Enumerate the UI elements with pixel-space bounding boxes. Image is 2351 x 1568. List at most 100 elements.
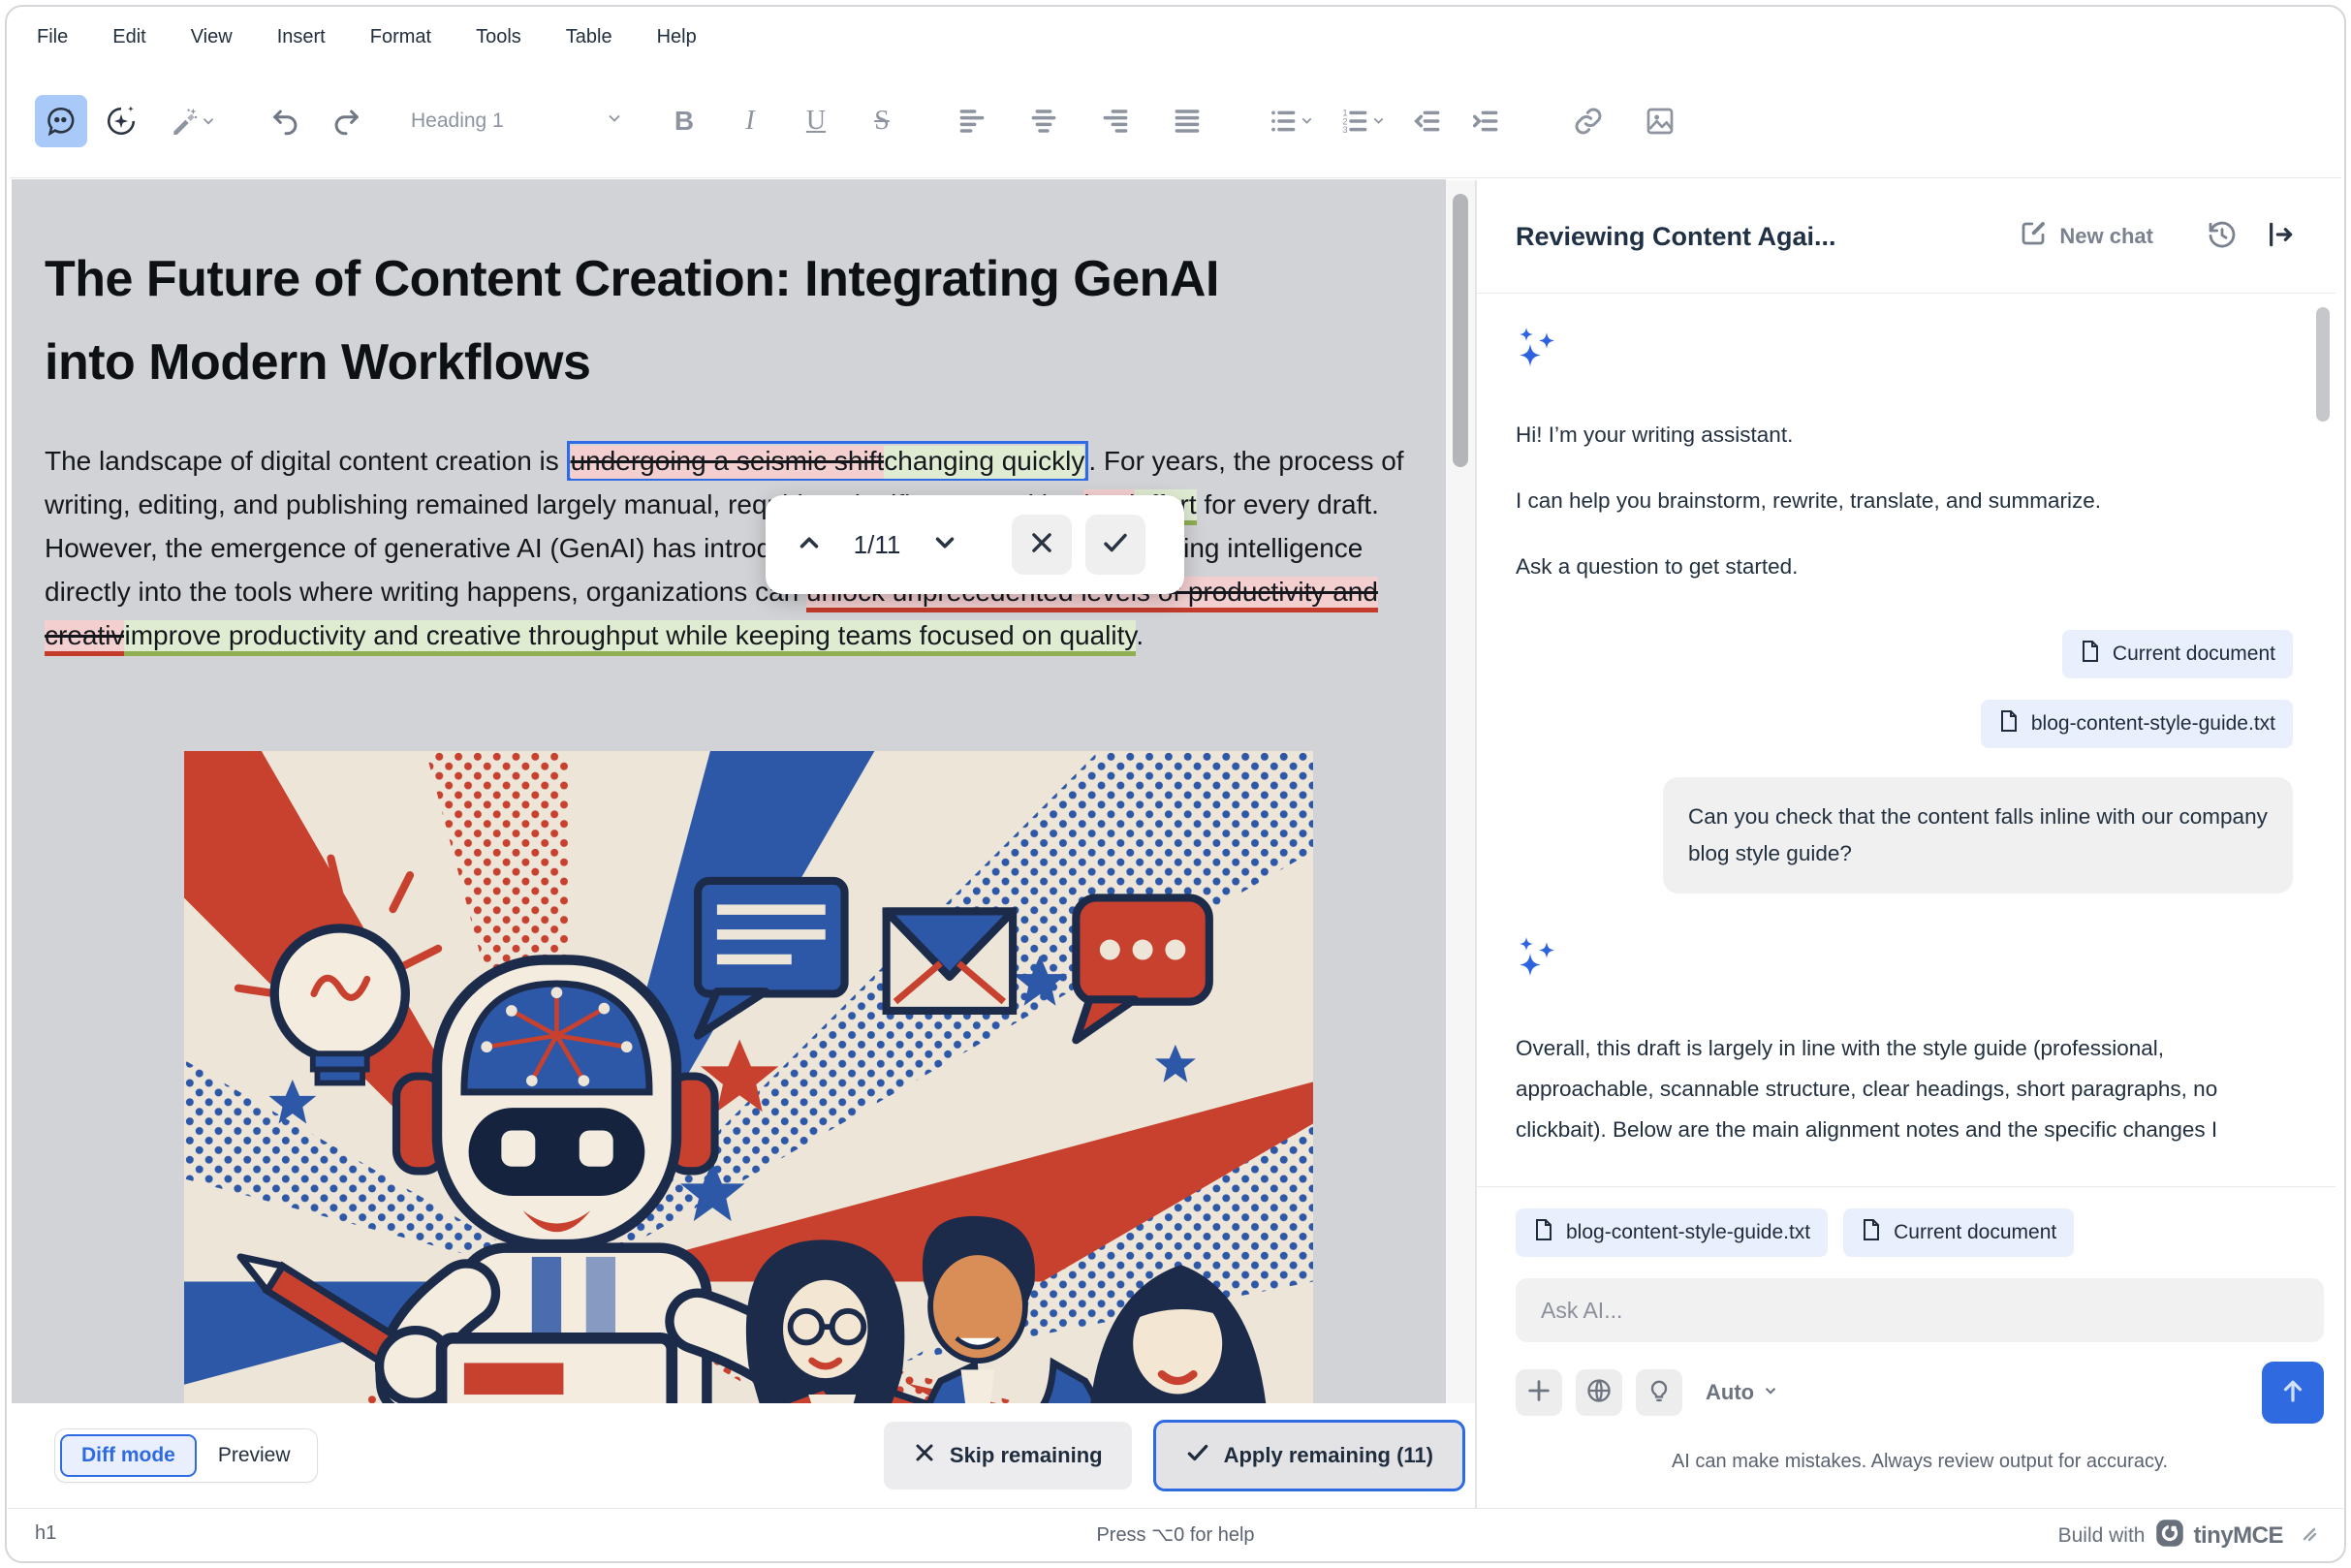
outdent-icon xyxy=(1412,106,1443,137)
indent-icon xyxy=(1470,106,1501,137)
send-icon xyxy=(2278,1376,2307,1410)
context-chip-style-guide[interactable]: blog-content-style-guide.txt xyxy=(1980,700,2293,748)
menu-insert[interactable]: Insert xyxy=(277,26,326,48)
envelope xyxy=(882,907,1018,1016)
popart-robot-illustration xyxy=(184,751,1313,1403)
menu-file[interactable]: File xyxy=(37,26,68,48)
chip-label: Current document xyxy=(1894,1221,2057,1243)
apply-remaining-button[interactable]: Apply remaining (11) xyxy=(1152,1420,1465,1491)
diff-deletion[interactable]: undergoing a seismic shift xyxy=(570,446,885,479)
align-center-button[interactable] xyxy=(1018,95,1070,147)
next-diff-button[interactable] xyxy=(923,522,967,567)
bold-button[interactable]: B xyxy=(663,95,705,147)
block-format-value: Heading 1 xyxy=(411,109,504,132)
bullet-list-dropdown[interactable] xyxy=(1258,95,1324,147)
assistant-message: Hi! I’m your writing assistant. xyxy=(1516,423,1794,447)
align-left-button[interactable] xyxy=(946,95,998,147)
chevron-down-icon xyxy=(605,109,624,133)
indent-button[interactable] xyxy=(1459,95,1512,147)
collapse-sidebar-icon xyxy=(2265,219,2296,255)
model-selector[interactable]: Auto xyxy=(1706,1380,1779,1405)
strikethrough-button[interactable]: S xyxy=(861,95,903,147)
attached-chip-style-guide[interactable]: blog-content-style-guide.txt xyxy=(1516,1208,1829,1257)
ai-assistant-button[interactable] xyxy=(35,94,87,147)
underline-button[interactable]: U xyxy=(795,95,837,147)
skip-remaining-button[interactable]: Skip remaining xyxy=(883,1422,1132,1490)
chevron-down-icon xyxy=(1370,112,1387,129)
document-icon xyxy=(1998,709,2020,738)
document-icon xyxy=(1861,1218,1882,1247)
diff-insertion[interactable]: improve productivity and creative throug… xyxy=(124,620,1137,656)
link-button[interactable] xyxy=(1562,95,1614,147)
link-icon xyxy=(1573,106,1604,137)
resize-grip-icon[interactable] xyxy=(2299,1523,2318,1548)
conversation-title: Reviewing Content Agai... xyxy=(1516,221,1836,251)
undo-button[interactable] xyxy=(260,95,312,147)
undo-icon xyxy=(269,105,302,138)
diff-insertion[interactable]: changing quickly xyxy=(884,446,1085,479)
align-right-icon xyxy=(1100,106,1131,137)
document-illustration[interactable] xyxy=(184,751,1313,1403)
outdent-button[interactable] xyxy=(1401,95,1454,147)
attached-chip-current-document[interactable]: Current document xyxy=(1843,1208,2075,1257)
new-chat-button[interactable]: New chat xyxy=(2019,219,2153,254)
model-selector-value: Auto xyxy=(1706,1380,1755,1404)
chevron-up-icon xyxy=(795,528,824,562)
menu-table[interactable]: Table xyxy=(566,26,612,48)
document-icon xyxy=(2080,640,2101,669)
send-button[interactable] xyxy=(2262,1362,2324,1424)
chat-scrollbar-thumb[interactable] xyxy=(2316,307,2330,422)
menu-edit[interactable]: Edit xyxy=(112,26,145,48)
new-chat-icon xyxy=(2019,219,2048,254)
menu-tools[interactable]: Tools xyxy=(476,26,521,48)
numbered-list-dropdown[interactable]: 123 xyxy=(1330,95,1395,147)
accept-diff-button[interactable] xyxy=(1085,515,1145,575)
insert-image-button[interactable] xyxy=(1634,95,1686,147)
menu-help[interactable]: Help xyxy=(657,26,697,48)
italic-button[interactable]: I xyxy=(729,95,771,147)
assistant-message: I can help you brainstorm, rewrite, tran… xyxy=(1516,488,2102,513)
align-right-button[interactable] xyxy=(1089,95,1142,147)
menu-format[interactable]: Format xyxy=(370,26,431,48)
chat-history-button[interactable] xyxy=(2200,214,2244,259)
numbered-list-icon: 123 xyxy=(1339,106,1370,137)
document-paragraph: The landscape of digital content creatio… xyxy=(45,439,1425,657)
strikethrough-icon: S xyxy=(874,105,890,136)
status-bar: h1 Press ⌥0 for help Build with tinyMCE xyxy=(8,1508,2343,1560)
editor-content-area[interactable]: The Future of Content Creation: Integrat… xyxy=(12,179,1446,1403)
diff-navigation-popup: 1/11 xyxy=(766,495,1184,594)
editor-scrollbar-thumb[interactable] xyxy=(1453,194,1468,467)
suggestions-button[interactable] xyxy=(1636,1369,1682,1416)
check-icon xyxy=(1185,1440,1210,1471)
ask-ai-input[interactable] xyxy=(1516,1278,2324,1342)
add-attachment-button[interactable] xyxy=(1516,1369,1562,1416)
svg-text:3: 3 xyxy=(1342,125,1347,135)
diff-footer-bar: Diff mode Preview Skip remaining Apply r… xyxy=(12,1403,1475,1508)
redo-button[interactable] xyxy=(320,95,372,147)
ai-actions-dropdown[interactable] xyxy=(155,95,231,147)
brand-link[interactable]: Build with tinyMCE xyxy=(2058,1519,2318,1552)
editor-scrollbar[interactable] xyxy=(1446,180,1475,1403)
close-icon xyxy=(1028,529,1055,561)
diff-mode-toggle[interactable]: Diff mode xyxy=(60,1434,197,1477)
chat-message-list[interactable]: Hi! I’m your writing assistant. I can he… xyxy=(1477,294,2335,1186)
brand-prefix: Build with xyxy=(2057,1523,2146,1547)
chip-label: blog-content-style-guide.txt xyxy=(2030,712,2275,735)
menu-view[interactable]: View xyxy=(191,26,233,48)
previous-diff-button[interactable] xyxy=(787,522,831,567)
collapse-sidebar-button[interactable] xyxy=(2258,214,2303,259)
align-justify-button[interactable] xyxy=(1161,95,1213,147)
preview-toggle[interactable]: Preview xyxy=(197,1434,312,1477)
tinymce-editor-window: File Edit View Insert Format Tools Table… xyxy=(0,0,2351,1568)
selected-diff[interactable]: undergoing a seismic shiftchanging quick… xyxy=(566,441,1089,481)
block-format-select[interactable]: Heading 1 xyxy=(401,95,634,147)
align-justify-icon xyxy=(1172,106,1203,137)
reject-diff-button[interactable] xyxy=(1012,515,1072,575)
paragraph-text: . xyxy=(1136,620,1144,650)
check-icon xyxy=(1101,528,1130,562)
context-chip-current-document[interactable]: Current document xyxy=(2061,630,2293,678)
ai-assistant-sidebar: Reviewing Content Agai... New chat Hi! I… xyxy=(1477,180,2335,1508)
assistant-sparkles-icon xyxy=(1516,936,2293,984)
ai-shortcuts-button[interactable] xyxy=(95,95,147,147)
web-search-button[interactable] xyxy=(1576,1369,1622,1416)
